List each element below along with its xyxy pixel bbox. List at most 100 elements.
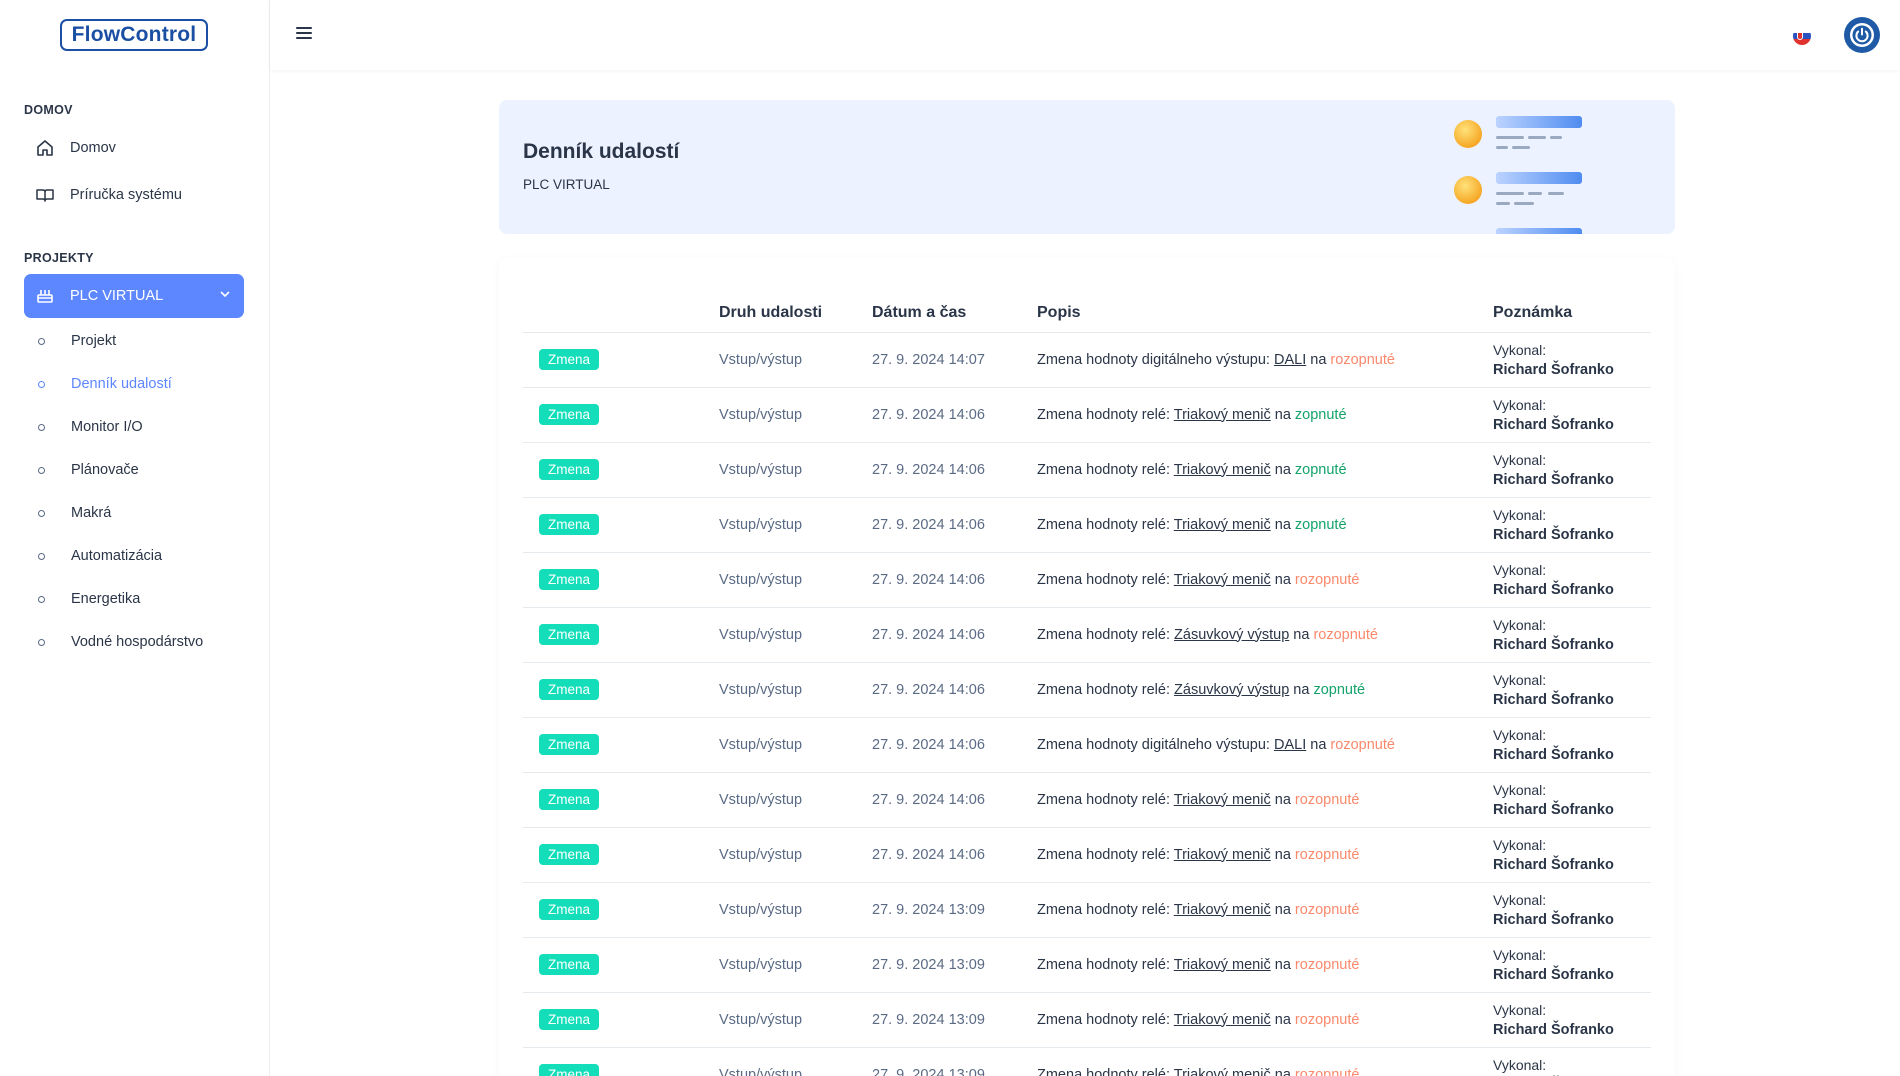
sidebar-subitem-makra[interactable]: Makrá xyxy=(24,495,244,531)
event-badge[interactable]: Zmena xyxy=(539,789,600,810)
event-datetime: 27. 9. 2024 14:06 xyxy=(872,552,1037,608)
menu-toggle-icon[interactable] xyxy=(296,27,312,41)
event-badge[interactable]: Zmena xyxy=(539,844,600,865)
event-description: Zmena hodnoty relé: Triakový menič na ro… xyxy=(1037,827,1493,883)
device-link[interactable]: Triakový menič xyxy=(1174,1067,1271,1076)
event-note: Vykonal: Richard Šofranko xyxy=(1493,497,1651,553)
event-description: Zmena hodnoty relé: Zásuvkový výstup na … xyxy=(1037,662,1493,718)
description-text: Zmena hodnoty relé: xyxy=(1037,901,1174,918)
note-user: Richard Šofranko xyxy=(1493,911,1614,928)
section-home-label: DOMOV xyxy=(24,103,73,117)
note-user: Richard Šofranko xyxy=(1493,691,1614,708)
event-description: Zmena hodnoty relé: Triakový menič na ro… xyxy=(1037,552,1493,608)
sidebar-item-manual[interactable]: Príručka systému xyxy=(24,173,244,217)
event-type: Vstup/výstup xyxy=(719,607,872,663)
event-badge[interactable]: Zmena xyxy=(539,1064,600,1076)
event-datetime: 27. 9. 2024 13:09 xyxy=(872,1047,1037,1076)
event-note: Vykonal: Richard Šofranko xyxy=(1493,772,1651,828)
event-description: Zmena hodnoty relé: Triakový menič na zo… xyxy=(1037,497,1493,553)
slovakia-flag-icon[interactable] xyxy=(1793,27,1811,45)
device-link[interactable]: Triakový menič xyxy=(1174,902,1271,918)
description-text: Zmena hodnoty relé: xyxy=(1037,1066,1174,1076)
device-link[interactable]: Triakový menič xyxy=(1174,957,1271,973)
device-link[interactable]: Zásuvkový výstup xyxy=(1174,682,1289,698)
event-badge[interactable]: Zmena xyxy=(539,514,600,535)
note-user: Richard Šofranko xyxy=(1493,416,1614,433)
event-description: Zmena hodnoty relé: Triakový menič na zo… xyxy=(1037,387,1493,443)
table-row: Zmena Vstup/výstup 27. 9. 2024 13:09 Zmena … xyxy=(523,1047,1651,1076)
chevron-down-icon[interactable] xyxy=(218,287,232,305)
device-link[interactable]: Triakový menič xyxy=(1174,572,1271,588)
badge-cell: Zmena xyxy=(523,497,719,553)
device-link[interactable]: Triakový menič xyxy=(1174,1012,1271,1028)
description-text: Zmena hodnoty digitálneho výstupu: xyxy=(1037,351,1274,368)
event-description: Zmena hodnoty relé: Zásuvkový výstup na … xyxy=(1037,607,1493,663)
table-row: Zmena Vstup/výstup 27. 9. 2024 14:06 Zmena … xyxy=(523,827,1651,883)
event-badge[interactable]: Zmena xyxy=(539,734,600,755)
sidebar-subitem-dennik-udalosti[interactable]: Denník udalostí xyxy=(24,366,244,402)
sidebar-subitem-energetika[interactable]: Energetika xyxy=(24,581,244,617)
logo[interactable]: FlowControl xyxy=(60,19,208,51)
description-text: Zmena hodnoty relé: xyxy=(1037,956,1174,973)
device-link[interactable]: Triakový menič xyxy=(1174,792,1271,808)
device-link[interactable]: DALI xyxy=(1274,737,1306,753)
event-badge[interactable]: Zmena xyxy=(539,349,600,370)
power-icon[interactable] xyxy=(1844,17,1880,53)
event-type: Vstup/výstup xyxy=(719,387,872,443)
device-link[interactable]: Triakový menič xyxy=(1174,407,1271,423)
badge-cell: Zmena xyxy=(523,717,719,773)
device-link[interactable]: Triakový menič xyxy=(1174,847,1271,863)
description-text: Zmena hodnoty digitálneho výstupu: xyxy=(1037,736,1274,753)
badge-cell: Zmena xyxy=(523,607,719,663)
event-badge[interactable]: Zmena xyxy=(539,569,600,590)
table-row: Zmena Vstup/výstup 27. 9. 2024 14:07 Zmena … xyxy=(523,332,1651,388)
event-description: Zmena hodnoty relé: Triakový menič na ro… xyxy=(1037,1047,1493,1076)
sidebar-subitem-monitor-io[interactable]: Monitor I/O xyxy=(24,409,244,445)
sidebar-subitem-vodne-hospodarstvo[interactable]: Vodné hospodárstvo xyxy=(24,624,244,660)
sidebar-subitem-label: Vodné hospodárstvo xyxy=(71,634,204,650)
event-note: Vykonal: Richard Šofranko xyxy=(1493,387,1651,443)
event-datetime: 27. 9. 2024 13:09 xyxy=(872,937,1037,993)
event-badge[interactable]: Zmena xyxy=(539,899,600,920)
table-row: Zmena Vstup/výstup 27. 9. 2024 13:09 Zmena … xyxy=(523,992,1651,1048)
sidebar-subitem-label: Denník udalostí xyxy=(71,376,172,392)
description-text: Zmena hodnoty relé: xyxy=(1037,791,1174,808)
sidebar-item-plc-virtual[interactable]: PLC VIRTUAL xyxy=(24,274,244,318)
event-note: Vykonal: Richard Šofranko xyxy=(1493,992,1651,1048)
column-header xyxy=(523,290,719,333)
event-badge[interactable]: Zmena xyxy=(539,624,600,645)
event-badge[interactable]: Zmena xyxy=(539,404,600,425)
sidebar-subitem-planovace[interactable]: Plánovače xyxy=(24,452,244,488)
event-type: Vstup/výstup xyxy=(719,772,872,828)
event-badge[interactable]: Zmena xyxy=(539,1009,600,1030)
description-text: na xyxy=(1270,571,1295,588)
event-note: Vykonal: Richard Šofranko xyxy=(1493,332,1651,388)
event-badge[interactable]: Zmena xyxy=(539,459,600,480)
event-badge[interactable]: Zmena xyxy=(539,954,600,975)
device-link[interactable]: Triakový menič xyxy=(1174,517,1271,533)
description-text: na xyxy=(1270,461,1295,478)
bullet-icon xyxy=(38,466,45,474)
sidebar-item-home[interactable]: Domov xyxy=(24,126,244,170)
column-header: Dátum a čas xyxy=(872,290,1037,333)
device-link[interactable]: Zásuvkový výstup xyxy=(1174,627,1289,643)
device-link[interactable]: DALI xyxy=(1274,352,1306,368)
description-text: Zmena hodnoty relé: xyxy=(1037,846,1174,863)
event-badge[interactable]: Zmena xyxy=(539,679,600,700)
event-description: Zmena hodnoty relé: Triakový menič na ro… xyxy=(1037,772,1493,828)
device-link[interactable]: Triakový menič xyxy=(1174,462,1271,478)
sidebar-subitem-automatizacia[interactable]: Automatizácia xyxy=(24,538,244,574)
state-value: rozopnuté xyxy=(1294,901,1360,918)
table-row: Zmena Vstup/výstup 27. 9. 2024 13:09 Zmena … xyxy=(523,882,1651,938)
bullet-icon xyxy=(38,638,45,646)
event-note: Vykonal: Richard Šofranko xyxy=(1493,882,1651,938)
sidebar-subitem-projekt[interactable]: Projekt xyxy=(24,323,244,359)
event-datetime: 27. 9. 2024 14:06 xyxy=(872,387,1037,443)
state-value: rozopnuté xyxy=(1294,571,1360,588)
events-table-card: Druh udalosti Dátum a čas Popis Poznámka… xyxy=(499,258,1675,1076)
note-label: Vykonal: xyxy=(1493,671,1547,688)
bullet-icon xyxy=(38,509,45,517)
event-type: Vstup/výstup xyxy=(719,662,872,718)
state-value: rozopnuté xyxy=(1330,736,1395,753)
event-type: Vstup/výstup xyxy=(719,332,872,388)
